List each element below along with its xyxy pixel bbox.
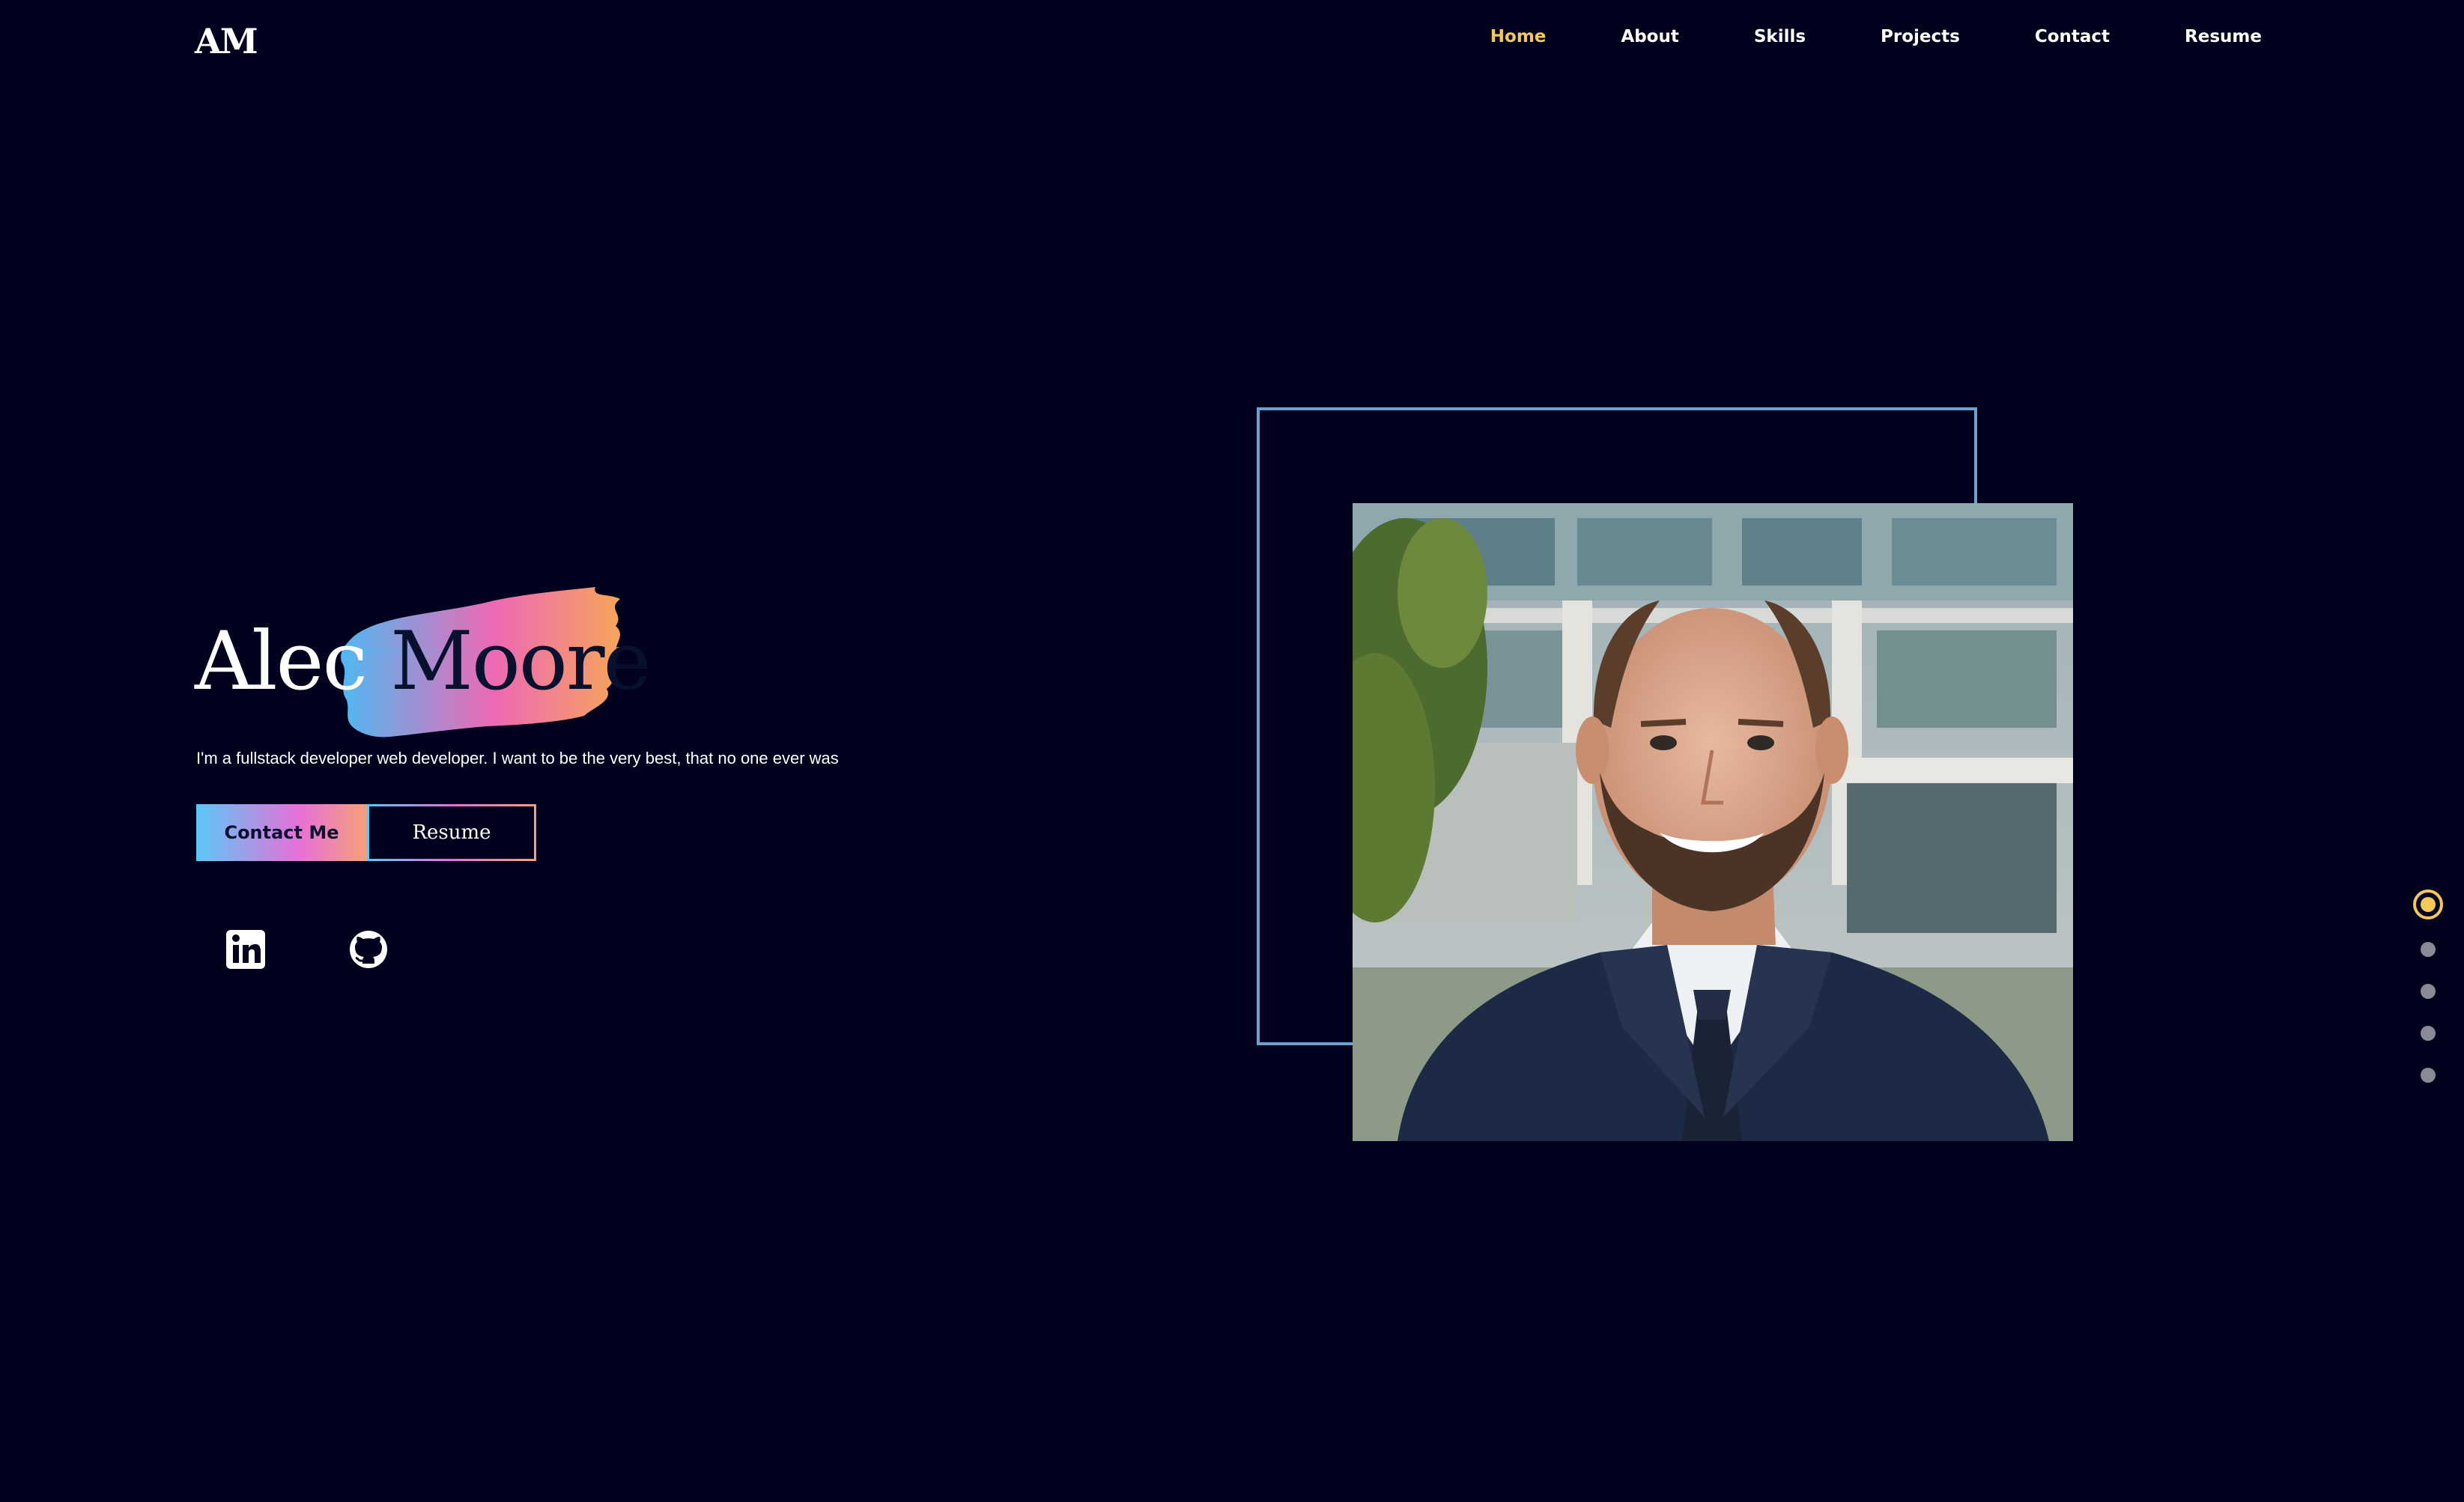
hero-tagline: I'm a fullstack developer web developer.…: [196, 749, 839, 767]
linkedin-icon[interactable]: [225, 928, 267, 970]
nav-skills[interactable]: Skills: [1754, 27, 1806, 46]
hero-name: Alec Moore: [195, 584, 651, 749]
section-dot-2[interactable]: [2421, 942, 2436, 957]
github-icon[interactable]: [348, 928, 389, 970]
first-name: Alec: [195, 615, 368, 708]
section-dot-4[interactable]: [2421, 1026, 2436, 1041]
nav-resume[interactable]: Resume: [2185, 27, 2262, 46]
section-dot-5[interactable]: [2421, 1068, 2436, 1083]
page: AM Home About Skills Projects Contact Re…: [0, 0, 2464, 1502]
contact-me-button[interactable]: Contact Me: [196, 804, 367, 861]
section-dots-nav: [2413, 890, 2443, 1083]
last-name: Moore: [390, 615, 651, 708]
site-logo[interactable]: AM: [195, 21, 258, 61]
hero-buttons: Contact Me Resume: [196, 804, 536, 861]
main-nav: Home About Skills Projects Contact Resum…: [1490, 27, 2262, 46]
social-links: [225, 928, 389, 970]
nav-home[interactable]: Home: [1490, 27, 1547, 46]
nav-projects[interactable]: Projects: [1881, 27, 1960, 46]
resume-button[interactable]: Resume: [367, 804, 536, 861]
profile-photo: [1353, 503, 2073, 1141]
section-dot-1[interactable]: [2413, 890, 2443, 919]
nav-contact[interactable]: Contact: [2035, 27, 2110, 46]
section-dot-3[interactable]: [2421, 984, 2436, 999]
nav-about[interactable]: About: [1621, 27, 1678, 46]
